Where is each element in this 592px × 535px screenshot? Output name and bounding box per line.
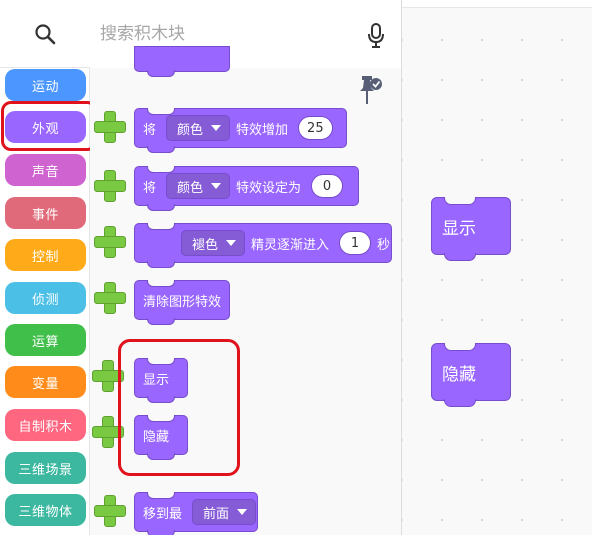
category-3d-object[interactable]: 三维物体 (5, 494, 86, 526)
caret-down-icon (226, 240, 237, 246)
category-events[interactable]: 事件 (5, 197, 86, 229)
category-label: 三维物体 (18, 504, 73, 520)
block-label: 精灵逐渐进入 (251, 237, 330, 253)
number-input[interactable]: 0 (311, 174, 344, 198)
block-label: 显示 (442, 218, 476, 239)
category-variables[interactable]: 变量 (5, 366, 86, 398)
category-sound[interactable]: 声音 (5, 154, 86, 186)
category-my-blocks[interactable]: 自制积木 (5, 409, 86, 441)
category-label: 控制 (31, 249, 59, 265)
effect-dropdown[interactable]: 颜色 (166, 115, 231, 141)
dropdown-value: 颜色 (177, 180, 204, 196)
block-label: 清除图形特效 (143, 294, 222, 310)
category-menu: 运动 外观 声音 事件 控制 侦测 运算 变量 自制积木 三维场景 三维物体 (0, 0, 97, 535)
block-label: 秒 (377, 237, 391, 253)
effect-dropdown[interactable]: 褪色 (181, 230, 246, 256)
dropdown-value: 前面 (203, 506, 230, 522)
block-label: 特效设定为 (236, 180, 302, 196)
highlight-looks-category (1, 101, 97, 151)
microphone-icon (368, 23, 384, 48)
category-label: 声音 (31, 164, 59, 180)
category-3d-scene[interactable]: 三维场景 (5, 452, 86, 484)
number-input[interactable]: 1 (339, 231, 372, 255)
workspace-block-show[interactable]: 显示 (431, 197, 511, 261)
block-label: 特效增加 (236, 122, 289, 138)
block-label: 隐藏 (442, 364, 476, 385)
category-label: 自制积木 (18, 419, 73, 435)
effect-dropdown[interactable]: 颜色 (166, 173, 231, 199)
workspace-top-bar (402, 0, 592, 8)
category-label: 运动 (31, 79, 59, 95)
category-label: 变量 (31, 376, 59, 392)
pin-icon[interactable] (356, 74, 384, 106)
voice-search-button[interactable] (362, 20, 390, 52)
add-icon[interactable] (94, 111, 126, 143)
category-label: 事件 (31, 207, 59, 223)
block-label: 将 (143, 180, 157, 196)
scrolled-block[interactable] (134, 46, 230, 77)
search-icon (35, 23, 56, 44)
block-label: 将 (143, 122, 157, 138)
search-button[interactable] (0, 0, 90, 68)
block-fade-in[interactable]: 褪色 精灵逐渐进入 1 秒 (134, 223, 392, 268)
add-icon[interactable] (94, 282, 126, 314)
category-label: 运算 (31, 334, 59, 350)
category-control[interactable]: 控制 (5, 239, 86, 271)
category-operators[interactable]: 运算 (5, 324, 86, 356)
layer-dropdown[interactable]: 前面 (192, 499, 257, 525)
category-label: 三维场景 (18, 462, 73, 478)
search-input[interactable] (100, 20, 350, 48)
block-change-effect[interactable]: 将 颜色 特效增加 25 (134, 108, 347, 153)
add-icon[interactable] (94, 170, 126, 202)
block-go-to-layer[interactable]: 移到最 前面 (134, 492, 258, 535)
block-label: 移到最 (143, 506, 183, 522)
add-icon[interactable] (94, 226, 126, 258)
highlight-show-hide-blocks (118, 339, 240, 476)
editor: 运动 外观 声音 事件 控制 侦测 运算 变量 自制积木 三维场景 三维物体 搜… (0, 0, 592, 535)
dropdown-value: 褪色 (192, 237, 219, 253)
category-label: 侦测 (31, 292, 59, 308)
number-input[interactable]: 25 (298, 116, 333, 140)
block-clear-effects[interactable]: 清除图形特效 (134, 280, 230, 325)
dropdown-value: 颜色 (177, 122, 204, 138)
block-set-effect[interactable]: 将 颜色 特效设定为 0 (134, 166, 359, 211)
caret-down-icon (237, 509, 248, 515)
workspace-block-hide[interactable]: 隐藏 (431, 343, 511, 407)
caret-down-icon (211, 183, 222, 189)
add-icon[interactable] (94, 495, 126, 527)
code-workspace[interactable]: 显示 隐藏 (402, 0, 592, 535)
category-sensing[interactable]: 侦测 (5, 282, 86, 314)
category-motion[interactable]: 运动 (5, 69, 86, 101)
caret-down-icon (211, 125, 222, 131)
